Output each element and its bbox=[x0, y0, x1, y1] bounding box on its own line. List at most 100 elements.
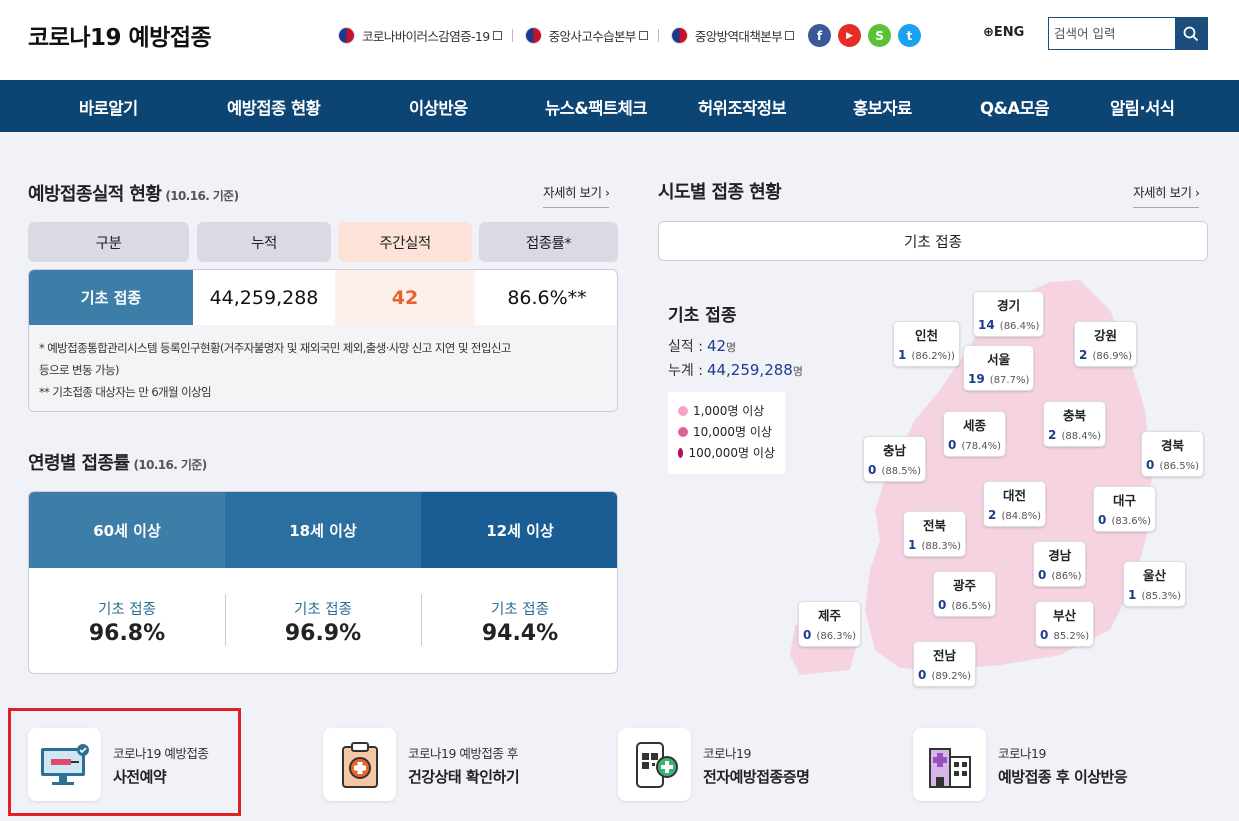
nav-item-notice[interactable]: 알림·서식 bbox=[1110, 95, 1175, 119]
nav-item-news[interactable]: 뉴스&팩트체크 bbox=[545, 95, 647, 119]
quick-reservation[interactable]: 코로나19 예방접종 사전예약 bbox=[28, 728, 209, 801]
region-gyeongbuk[interactable]: 경북 0 (86.5%) bbox=[1141, 431, 1205, 477]
header-cumulative: 누적 bbox=[197, 222, 331, 262]
nav-item-status[interactable]: 예방접종 현황 bbox=[227, 95, 321, 119]
top-link-cdsch[interactable]: 중앙사고수습본부 bbox=[524, 26, 659, 45]
region-sejong[interactable]: 세종 0 (78.4%) bbox=[943, 411, 1007, 457]
region-pct: (85.3%) bbox=[1141, 591, 1182, 602]
region-pct: (89.2%) bbox=[931, 671, 972, 682]
region-name: 인천 bbox=[914, 328, 938, 343]
region-daegu[interactable]: 대구 0 (83.6%) bbox=[1093, 486, 1157, 532]
unit-label: 명 bbox=[726, 341, 737, 354]
site-logo[interactable]: 코로나19 예방접종 bbox=[28, 18, 212, 52]
unit-label: 명 bbox=[792, 365, 803, 378]
search-box bbox=[1048, 17, 1208, 50]
region-seoul[interactable]: 서울 19 (87.7%) bbox=[963, 345, 1035, 391]
facebook-icon[interactable]: f bbox=[808, 24, 832, 47]
region-jeonbuk[interactable]: 전북 1 (88.3%) bbox=[903, 511, 967, 557]
stat-actual: 실적 :42명 bbox=[668, 336, 736, 356]
top-link-covid19[interactable]: 코로나바이러스감염증-19 bbox=[338, 26, 513, 45]
divider bbox=[657, 29, 659, 42]
age-header-18: 18세 이상 bbox=[225, 492, 421, 568]
search-icon bbox=[1183, 26, 1199, 41]
region-gyeongnam[interactable]: 경남 0 (86%) bbox=[1033, 541, 1087, 587]
legend-item: 100,000명 이상 bbox=[678, 442, 775, 463]
region-gwangju[interactable]: 광주 0 (86.5%) bbox=[933, 571, 997, 617]
region-pct: (86.5%) bbox=[951, 601, 992, 612]
rate-value: 86.6%** bbox=[507, 286, 587, 309]
region-more-link[interactable]: 자세히 보기 › bbox=[1133, 182, 1200, 208]
top-link-cdsch2[interactable]: 중앙방역대책본부 bbox=[670, 26, 795, 45]
search-button[interactable] bbox=[1175, 18, 1207, 49]
legend-dot bbox=[678, 426, 688, 437]
quick-adverse-reaction[interactable]: 코로나19 예방접종 후 이상반응 bbox=[913, 728, 1128, 801]
region-name: 대구 bbox=[1113, 493, 1137, 508]
region-jeju[interactable]: 제주 0 (86.3%) bbox=[798, 601, 862, 647]
age-header-12: 12세 이상 bbox=[421, 492, 617, 568]
quick-main: 전자예방접종증명 bbox=[703, 767, 810, 786]
age-cell-60: 기초 접종 96.8% bbox=[29, 568, 225, 673]
nav-item-basics[interactable]: 바로알기 bbox=[79, 95, 138, 119]
region-chungbuk[interactable]: 충북 2 (88.4%) bbox=[1043, 401, 1107, 447]
cumulative-value: 44,259,288 bbox=[209, 286, 319, 309]
age-pct: 94.4% bbox=[481, 620, 559, 646]
header-rate: 접종률* bbox=[479, 222, 618, 262]
english-link[interactable]: ⊕ENG bbox=[983, 25, 1024, 40]
performance-date: (10.16. 기준) bbox=[165, 189, 239, 203]
region-value: 0 bbox=[803, 628, 812, 642]
government-emblem-icon bbox=[670, 27, 688, 44]
performance-title: 예방접종실적 현황 (10.16. 기준) bbox=[28, 180, 239, 206]
region-ulsan[interactable]: 울산 1 (85.3%) bbox=[1123, 561, 1187, 607]
region-pct: (88.4%) bbox=[1061, 431, 1102, 442]
monitor-syringe-icon bbox=[28, 728, 101, 801]
performance-notes: * 예방접종통합관리시스템 등록인구현황(거주자불명자 및 재외국민 제외,출생… bbox=[29, 325, 617, 411]
note-line: 등으로 변동 가능) bbox=[39, 363, 119, 377]
region-chungnam[interactable]: 충남 0 (88.5%) bbox=[863, 436, 927, 482]
performance-more-link[interactable]: 자세히 보기 › bbox=[543, 182, 610, 208]
nav-item-misinfo[interactable]: 허위조작정보 bbox=[698, 95, 787, 119]
age-label: 기초 접종 bbox=[491, 601, 549, 618]
actual-value: 42 bbox=[706, 337, 727, 355]
region-incheon[interactable]: 인천 1 (86.2%)) bbox=[893, 321, 960, 367]
region-gangwon[interactable]: 강원 2 (86.9%) bbox=[1074, 321, 1138, 367]
tab-basic-vaccination[interactable]: 기초 접종 bbox=[658, 221, 1208, 261]
region-pct: (86.5%) bbox=[1159, 461, 1200, 472]
region-name: 제주 bbox=[818, 608, 842, 623]
top-link-label: 중앙방역대책본부 bbox=[694, 29, 783, 44]
quick-text: 코로나19 예방접종 후 이상반응 bbox=[998, 743, 1128, 787]
clipboard-medical-icon bbox=[323, 728, 396, 801]
government-emblem-icon bbox=[338, 27, 355, 44]
region-pct: 85.2%) bbox=[1053, 631, 1090, 642]
region-pct: (88.3%) bbox=[921, 541, 962, 552]
top-links: 코로나바이러스감염증-19 중앙사고수습본부 중앙방역대책본부 f ▶ S t bbox=[338, 24, 928, 47]
region-busan[interactable]: 부산 0 85.2%) bbox=[1035, 601, 1095, 647]
nav-item-promo[interactable]: 홍보자료 bbox=[853, 95, 912, 119]
note-line: * 예방접종통합관리시스템 등록인구현황(거주자불명자 및 재외국민 제외,출생… bbox=[39, 341, 511, 355]
region-pct: (86.9%) bbox=[1092, 351, 1133, 362]
region-value: 1 bbox=[1128, 588, 1137, 602]
site-header: 코로나19 예방접종 코로나바이러스감염증-19 중앙사고수습본부 중앙방역대책… bbox=[0, 0, 1239, 80]
age-date: (10.16. 기준) bbox=[133, 458, 207, 472]
region-daejeon[interactable]: 대전 2 (84.8%) bbox=[983, 481, 1047, 527]
nav-item-adverse[interactable]: 이상반응 bbox=[409, 95, 468, 119]
region-value: 0 bbox=[1040, 628, 1049, 642]
total-label: 누계 : bbox=[668, 363, 703, 379]
region-value: 0 bbox=[918, 668, 927, 682]
quick-certificate[interactable]: 코로나19 전자예방접종증명 bbox=[618, 728, 810, 801]
youtube-icon[interactable]: ▶ bbox=[838, 24, 862, 47]
region-value: 0 bbox=[948, 438, 957, 452]
region-value: 0 bbox=[1038, 568, 1047, 582]
age-title-text: 연령별 접종률 bbox=[28, 453, 130, 474]
region-gyeonggi[interactable]: 경기 14 (86.4%) bbox=[973, 291, 1045, 337]
region-jeonnam[interactable]: 전남 0 (89.2%) bbox=[913, 641, 977, 687]
region-name: 세종 bbox=[963, 418, 987, 433]
nav-item-qa[interactable]: Q&A모음 bbox=[980, 95, 1050, 119]
region-value: 1 bbox=[898, 348, 907, 362]
search-input[interactable] bbox=[1049, 18, 1175, 49]
header-weekly: 주간실적 bbox=[338, 222, 472, 262]
region-name: 강원 bbox=[1094, 328, 1118, 343]
quick-health-check[interactable]: 코로나19 예방접종 후 건강상태 확인하기 bbox=[323, 728, 520, 801]
twitter-icon[interactable]: t bbox=[898, 24, 922, 47]
kakao-story-icon[interactable]: S bbox=[868, 24, 892, 47]
age-title: 연령별 접종률 (10.16. 기준) bbox=[28, 449, 207, 475]
